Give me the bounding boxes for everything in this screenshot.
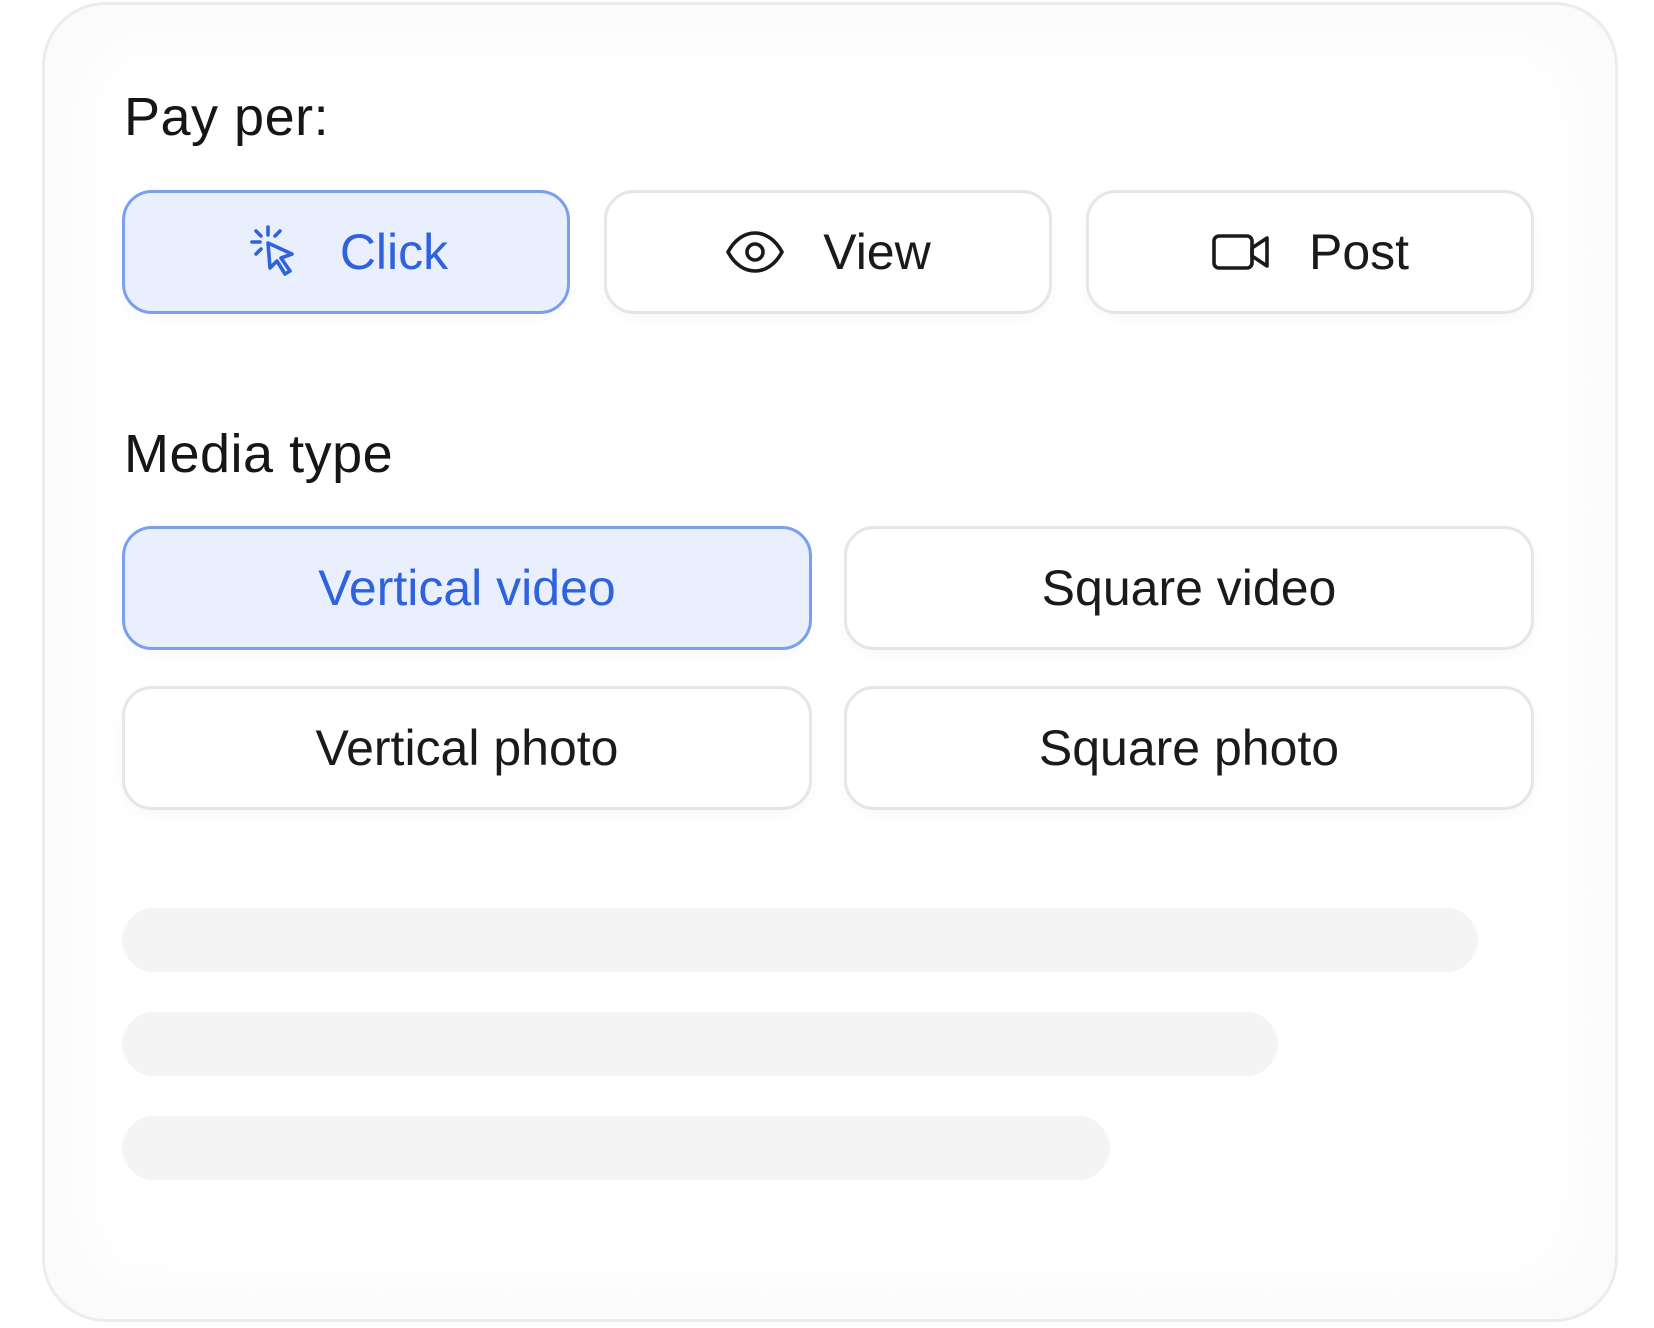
- pay-per-title: Pay per:: [124, 87, 330, 147]
- media-square-video-option[interactable]: Square video: [844, 526, 1534, 650]
- skeleton-line: [122, 1116, 1110, 1180]
- eye-icon: [725, 230, 785, 274]
- media-square-video-label: Square video: [1041, 560, 1337, 616]
- video-camera-icon: [1211, 232, 1271, 272]
- media-type-title: Media type: [124, 424, 394, 484]
- pay-per-post-option[interactable]: Post: [1086, 190, 1534, 314]
- media-square-photo-option[interactable]: Square photo: [844, 686, 1534, 810]
- pay-per-view-option[interactable]: View: [604, 190, 1052, 314]
- media-vertical-photo-option[interactable]: Vertical photo: [122, 686, 812, 810]
- pay-per-click-label: Click: [339, 224, 449, 280]
- media-vertical-photo-label: Vertical photo: [315, 720, 619, 776]
- cursor-click-icon: [244, 223, 302, 281]
- pay-per-post-label: Post: [1308, 224, 1410, 280]
- pay-per-view-label: View: [823, 224, 931, 280]
- skeleton-line: [122, 1012, 1278, 1076]
- media-vertical-video-option[interactable]: Vertical video: [122, 526, 812, 650]
- media-vertical-video-label: Vertical video: [318, 560, 616, 616]
- media-square-photo-label: Square photo: [1038, 720, 1340, 776]
- skeleton-line: [122, 908, 1478, 972]
- pay-per-click-option[interactable]: Click: [122, 190, 570, 314]
